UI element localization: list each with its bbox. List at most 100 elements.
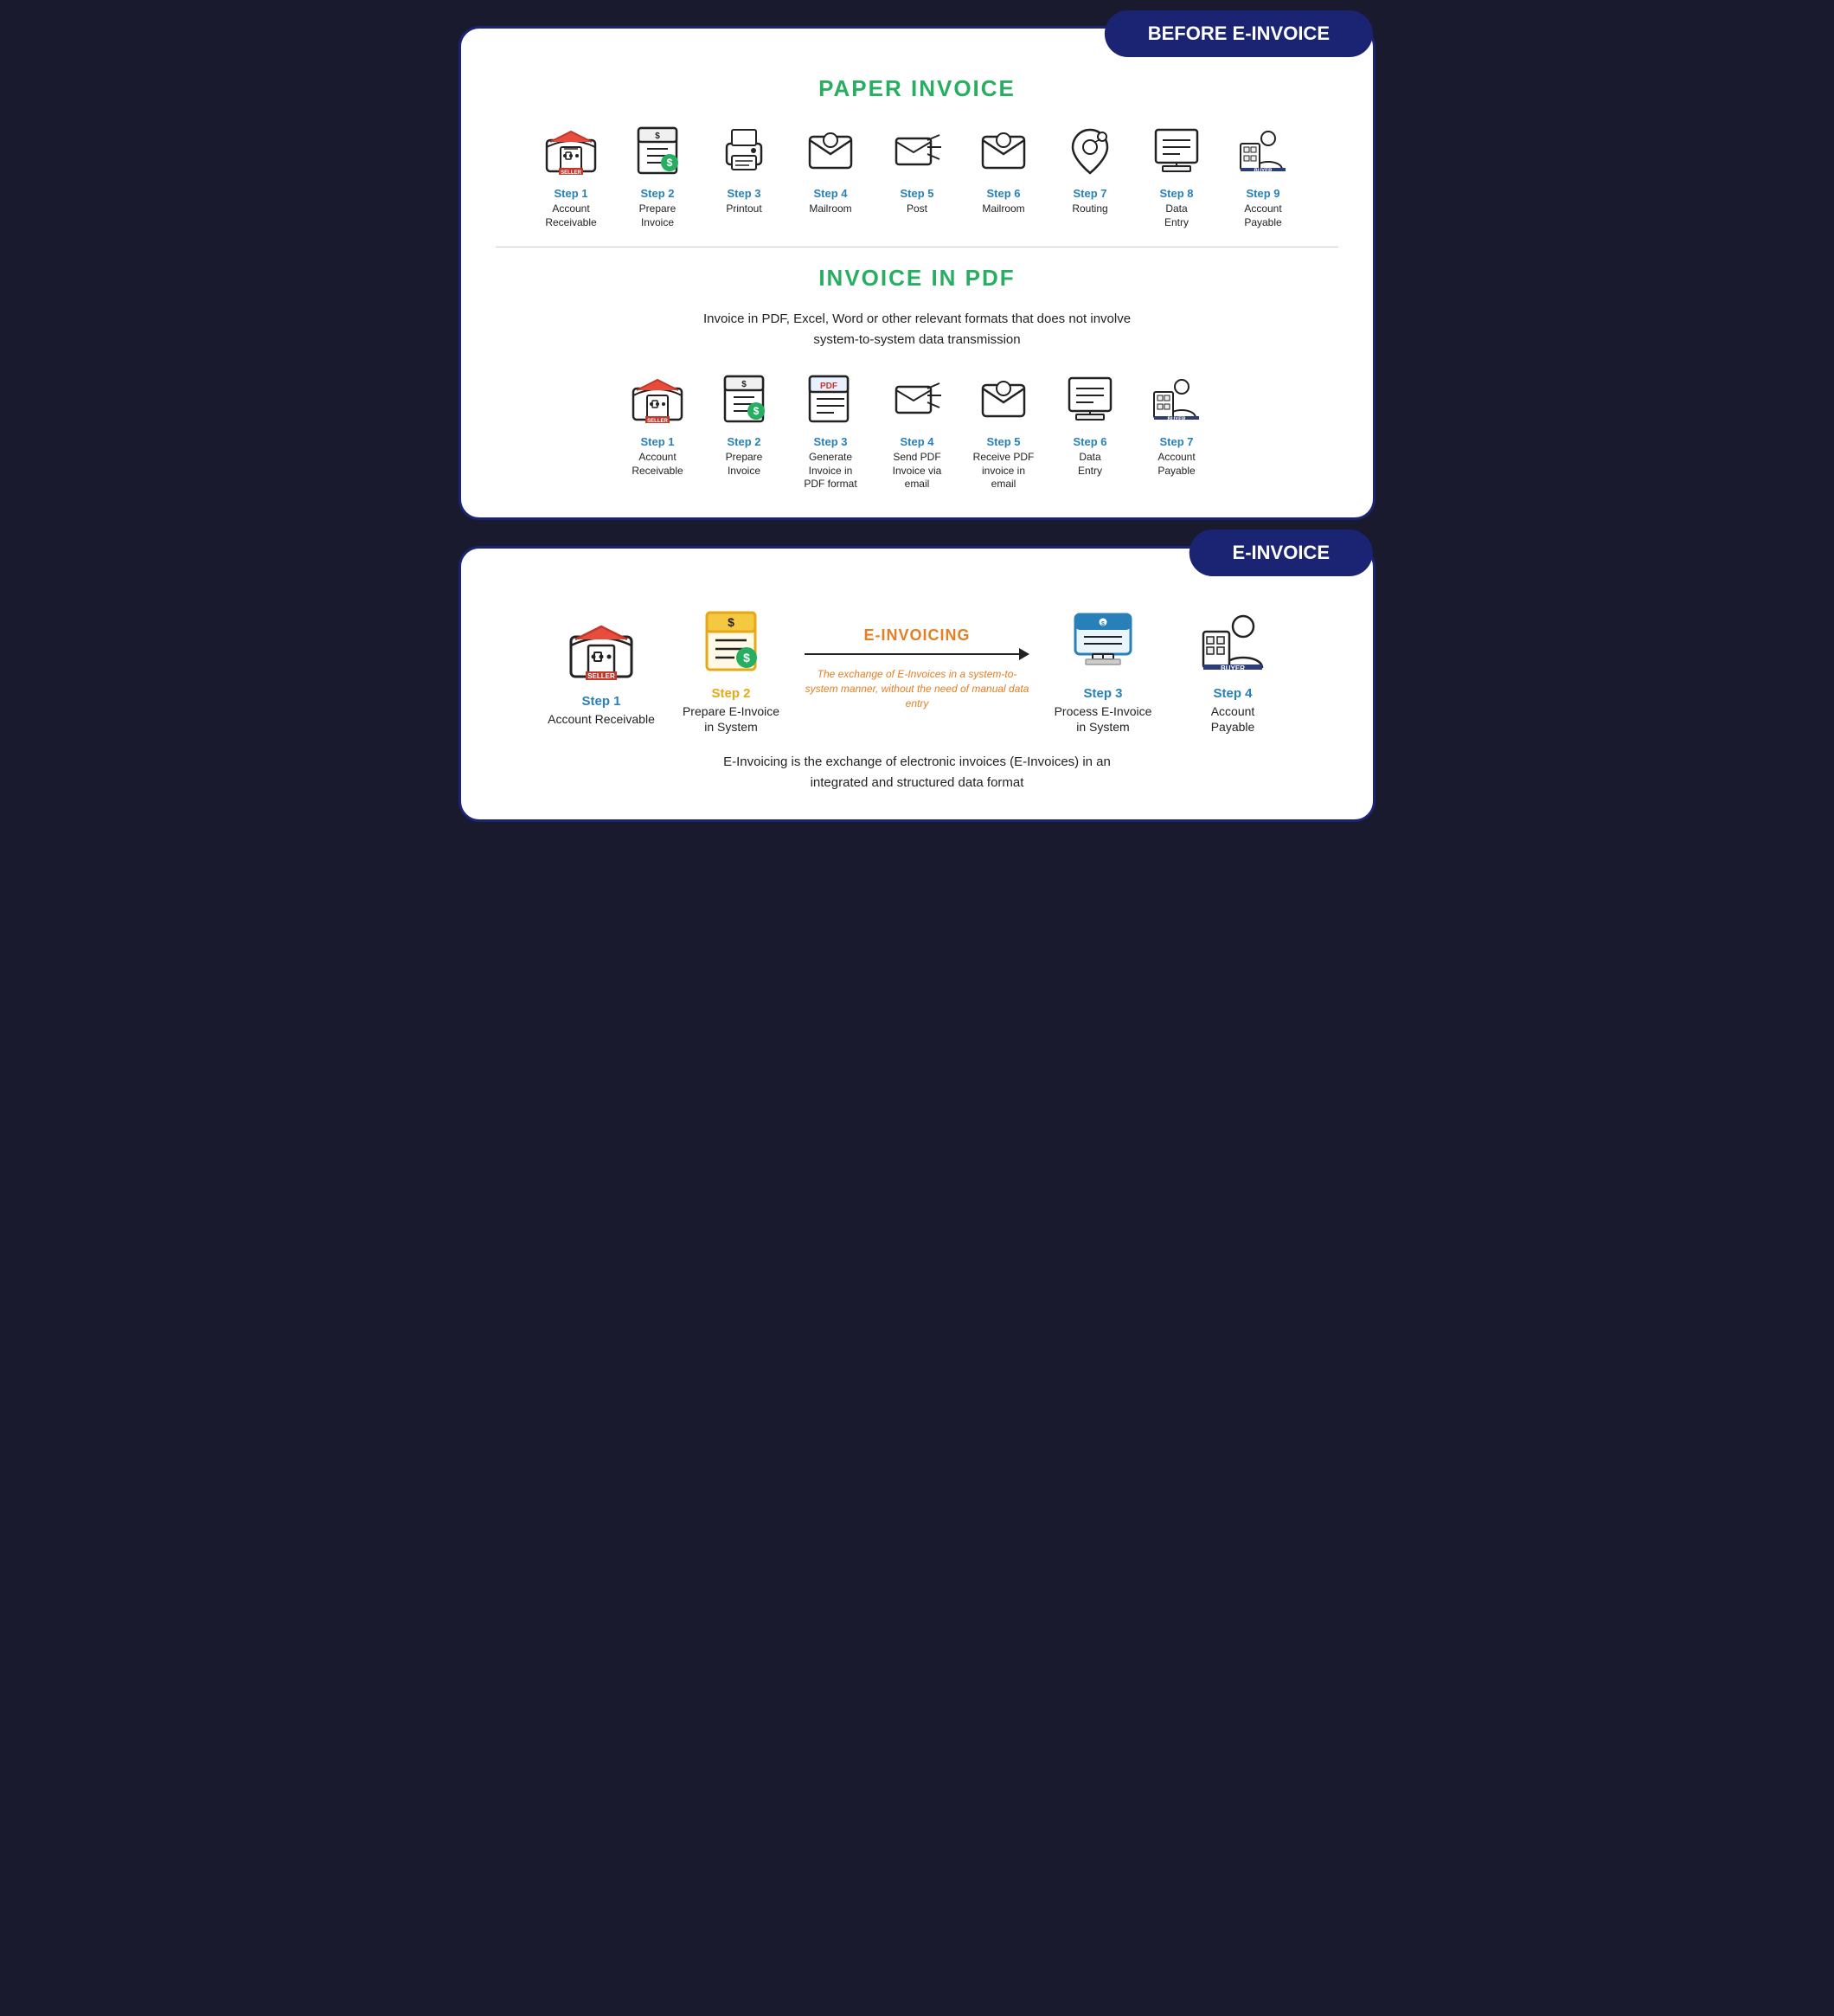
- paper-step-1-label: Step 1: [554, 187, 587, 200]
- svg-text:SELLER: SELLER: [587, 672, 615, 680]
- pdf-buyer-icon: BUYER: [1145, 368, 1208, 430]
- einvoice-seller-icon: SELLER: [562, 611, 640, 689]
- pdf-invoice-title: INVOICE IN PDF: [461, 265, 1373, 292]
- pdf-generate-icon: PDF: [799, 368, 862, 430]
- paper-step-5-label: Step 5: [900, 187, 933, 200]
- prepare-invoice-icon: $ $: [626, 119, 689, 182]
- printer-icon: [713, 119, 775, 182]
- pdf-step-6-desc: DataEntry: [1078, 451, 1102, 478]
- einvoicing-middle-box: E-INVOICING The exchange of E-Invoices i…: [805, 626, 1029, 710]
- pdf-step-5: @ Step 5 Receive PDFinvoice inemail: [960, 368, 1047, 491]
- paper-step-8: Step 8 DataEntry: [1133, 119, 1220, 229]
- buyer-icon-9: BUYER: [1232, 119, 1294, 182]
- pdf-step-5-desc: Receive PDFinvoice inemail: [973, 451, 1035, 491]
- einvoice-badge: E-INVOICE: [1190, 530, 1373, 576]
- einvoice-step-2: $ $ Step 2 Prepare E-Invoicein System: [666, 603, 796, 735]
- pdf-invoice-description: Invoice in PDF, Excel, Word or other rel…: [496, 309, 1338, 350]
- pdf-step-4-label: Step 4: [900, 435, 933, 448]
- einvoice-step-3: $ Step 3 Process E-Invoicein System: [1038, 603, 1168, 735]
- paper-step-4-label: Step 4: [813, 187, 847, 200]
- svg-text:$: $: [728, 615, 734, 629]
- paper-step-5: Step 5 Post: [874, 119, 960, 216]
- pdf-step-4: Step 4 Send PDFInvoice viaemail: [874, 368, 960, 491]
- arrow-head: [1019, 648, 1029, 660]
- pdf-step-7: BUYER Step 7 AccountPayable: [1133, 368, 1220, 478]
- paper-step-7-desc: Routing: [1072, 202, 1107, 216]
- paper-step-6: @ Step 6 Mailroom: [960, 119, 1047, 216]
- paper-step-4-desc: Mailroom: [809, 202, 851, 216]
- pdf-step-1-label: Step 1: [640, 435, 674, 448]
- paper-step-6-label: Step 6: [986, 187, 1020, 200]
- einvoice-doc-icon: $ $: [692, 603, 770, 681]
- paper-step-3-label: Step 3: [727, 187, 760, 200]
- pdf-prepare-invoice-icon: $ $: [713, 368, 775, 430]
- paper-step-6-desc: Mailroom: [982, 202, 1024, 216]
- svg-text:SELLER: SELLER: [647, 419, 668, 424]
- before-badge: BEFORE E-INVOICE: [1105, 10, 1373, 57]
- pdf-step-2-label: Step 2: [727, 435, 760, 448]
- einvoice-step-2-label: Step 2: [711, 686, 750, 701]
- pdf-step-1-desc: AccountReceivable: [632, 451, 683, 478]
- einvoice-step-3-label: Step 3: [1083, 686, 1122, 701]
- svg-text:BUYER: BUYER: [1254, 169, 1273, 174]
- arrow-bar: [805, 653, 1019, 655]
- paper-step-8-desc: DataEntry: [1164, 202, 1189, 229]
- pdf-step-3-label: Step 3: [813, 435, 847, 448]
- svg-text:$: $: [667, 157, 673, 169]
- paper-step-2-desc: PrepareInvoice: [639, 202, 677, 229]
- paper-step-3-desc: Printout: [726, 202, 761, 216]
- paper-step-3: Step 3 Printout: [701, 119, 787, 216]
- pdf-step-1: SELLER Step 1 AccountReceivable: [614, 368, 701, 478]
- mailroom-icon-4: @: [799, 119, 862, 182]
- pdf-step-7-label: Step 7: [1159, 435, 1193, 448]
- paper-step-1-desc: AccountReceivable: [545, 202, 596, 229]
- einvoice-step-1-label: Step 1: [581, 694, 620, 709]
- einvoice-step-4: BUYER Step 4 AccountPayable: [1177, 603, 1289, 735]
- paper-step-4: @ Step 4 Mailroom: [787, 119, 874, 216]
- data-entry-icon-8: [1145, 119, 1208, 182]
- svg-text:$: $: [741, 380, 747, 389]
- einvoice-step-2-desc: Prepare E-Invoicein System: [683, 703, 779, 735]
- einvoice-step-4-label: Step 4: [1213, 686, 1252, 701]
- svg-text:$: $: [743, 651, 750, 665]
- paper-step-7: Step 7 Routing: [1047, 119, 1133, 216]
- paper-step-9: BUYER Step 9 AccountPayable: [1220, 119, 1306, 229]
- einvoice-step-3-desc: Process E-Invoicein System: [1055, 703, 1152, 735]
- paper-step-8-label: Step 8: [1159, 187, 1193, 200]
- paper-step-7-label: Step 7: [1073, 187, 1106, 200]
- einvoice-card: E-INVOICE SELLER Step 1 Accou: [458, 546, 1376, 822]
- pdf-step-3: PDF Step 3 GenerateInvoice inPDF format: [787, 368, 874, 491]
- pdf-step-3-desc: GenerateInvoice inPDF format: [804, 451, 856, 491]
- paper-step-5-desc: Post: [907, 202, 927, 216]
- pdf-invoice-steps: SELLER Step 1 AccountReceivable $: [461, 368, 1373, 491]
- einvoice-monitor-icon: $: [1064, 603, 1142, 681]
- pdf-step-2: $ $ Step 2 PrepareInvoice: [701, 368, 787, 478]
- einvoice-step-1: SELLER Step 1 Account Receivable: [545, 611, 657, 727]
- seller-icon: SELLER: [540, 119, 602, 182]
- pdf-receive-icon: @: [972, 368, 1035, 430]
- paper-step-1: SELLER Step 1 AccountReceivable: [528, 119, 614, 229]
- einvoicing-desc: The exchange of E-Invoices in a system-t…: [805, 667, 1029, 710]
- svg-text:PDF: PDF: [820, 382, 837, 391]
- svg-text:BUYER: BUYER: [1167, 417, 1186, 422]
- mailroom-icon-6: @: [972, 119, 1035, 182]
- paper-step-9-desc: AccountPayable: [1244, 202, 1281, 229]
- svg-text:$: $: [655, 132, 660, 141]
- einvoice-steps: SELLER Step 1 Account Receivable $: [461, 594, 1373, 743]
- paper-invoice-steps: SELLER Step 1 AccountReceivable: [461, 119, 1373, 229]
- pdf-step-5-label: Step 5: [986, 435, 1020, 448]
- einvoice-step-1-desc: Account Receivable: [548, 711, 655, 727]
- pdf-step-7-desc: AccountPayable: [1157, 451, 1195, 478]
- svg-text:$: $: [753, 405, 760, 417]
- pdf-step-2-desc: PrepareInvoice: [726, 451, 763, 478]
- pdf-step-6: Step 6 DataEntry: [1047, 368, 1133, 478]
- pdf-step-4-desc: Send PDFInvoice viaemail: [893, 451, 942, 491]
- einvoice-buyer-icon: BUYER: [1194, 603, 1272, 681]
- paper-step-9-label: Step 9: [1246, 187, 1279, 200]
- pdf-send-icon: [886, 368, 948, 430]
- paper-step-2: $ $ Step 2 PrepareInvoice: [614, 119, 701, 229]
- svg-text:SELLER: SELLER: [561, 170, 581, 176]
- paper-invoice-title: PAPER INVOICE: [461, 75, 1373, 102]
- pdf-seller-icon: SELLER: [626, 368, 689, 430]
- einvoicing-label: E-INVOICING: [863, 626, 970, 645]
